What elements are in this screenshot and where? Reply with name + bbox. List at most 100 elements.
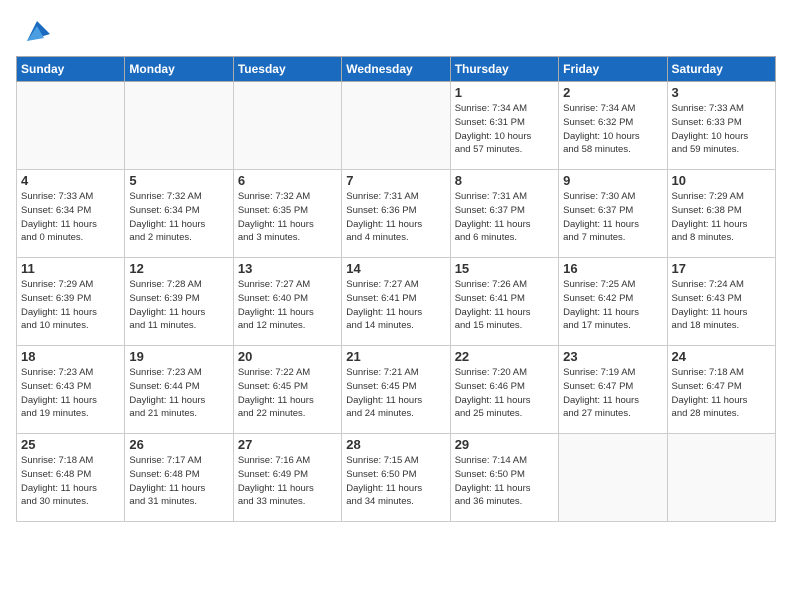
calendar-cell: 24 Sunrise: 7:18 AM Sunset: 6:47 PM Dayli… <box>667 346 775 434</box>
day-number: 12 <box>129 261 228 276</box>
calendar-cell: 5Sunrise: 7:32 AM Sunset: 6:34 PM Daylig… <box>125 170 233 258</box>
day-number: 13 <box>238 261 337 276</box>
calendar-cell: 15Sunrise: 7:26 AM Sunset: 6:41 PM Dayli… <box>450 258 558 346</box>
calendar-cell: 18 Sunrise: 7:23 AM Sunset: 6:43 PM Dayli… <box>17 346 125 434</box>
day-number: 4 <box>21 173 120 188</box>
day-info: Sunrise: 7:33 AM Sunset: 6:33 PM Dayligh… <box>672 102 771 157</box>
day-info: Sunrise: 7:15 AM Sunset: 6:50 PM Dayligh… <box>346 454 445 509</box>
day-info: Sunrise: 7:14 AM Sunset: 6:50 PM Dayligh… <box>455 454 554 509</box>
day-number: 14 <box>346 261 445 276</box>
calendar-cell: 21 Sunrise: 7:21 AM Sunset: 6:45 PM Dayli… <box>342 346 450 434</box>
day-info: Sunrise: 7:20 AM Sunset: 6:46 PM Dayligh… <box>455 366 554 421</box>
day-number: 18 <box>21 349 120 364</box>
calendar-week-2: 11Sunrise: 7:29 AM Sunset: 6:39 PM Dayli… <box>17 258 776 346</box>
calendar-cell: 22 Sunrise: 7:20 AM Sunset: 6:46 PM Dayli… <box>450 346 558 434</box>
day-number: 8 <box>455 173 554 188</box>
day-number: 6 <box>238 173 337 188</box>
day-number: 1 <box>455 85 554 100</box>
calendar-header-saturday: Saturday <box>667 57 775 82</box>
calendar-cell <box>667 434 775 522</box>
calendar-header-thursday: Thursday <box>450 57 558 82</box>
header <box>16 16 776 46</box>
day-info: Sunrise: 7:18 AM Sunset: 6:47 PM Dayligh… <box>672 366 771 421</box>
day-number: 2 <box>563 85 662 100</box>
day-number: 27 <box>238 437 337 452</box>
day-info: Sunrise: 7:23 AM Sunset: 6:43 PM Dayligh… <box>21 366 120 421</box>
day-info: Sunrise: 7:19 AM Sunset: 6:47 PM Dayligh… <box>563 366 662 421</box>
calendar-header-monday: Monday <box>125 57 233 82</box>
day-info: Sunrise: 7:18 AM Sunset: 6:48 PM Dayligh… <box>21 454 120 509</box>
calendar-week-3: 18 Sunrise: 7:23 AM Sunset: 6:43 PM Dayli… <box>17 346 776 434</box>
calendar-cell: 10 Sunrise: 7:29 AM Sunset: 6:38 PM Dayli… <box>667 170 775 258</box>
calendar-week-0: 1 Sunrise: 7:34 AM Sunset: 6:31 PM Daylig… <box>17 82 776 170</box>
day-number: 7 <box>346 173 445 188</box>
day-number: 19 <box>129 349 228 364</box>
day-number: 22 <box>455 349 554 364</box>
calendar-header-wednesday: Wednesday <box>342 57 450 82</box>
day-number: 26 <box>129 437 228 452</box>
day-number: 21 <box>346 349 445 364</box>
day-info: Sunrise: 7:32 AM Sunset: 6:34 PM Dayligh… <box>129 190 228 245</box>
day-number: 3 <box>672 85 771 100</box>
day-number: 9 <box>563 173 662 188</box>
calendar-cell <box>233 82 341 170</box>
calendar-cell: 3 Sunrise: 7:33 AM Sunset: 6:33 PM Daylig… <box>667 82 775 170</box>
calendar: SundayMondayTuesdayWednesdayThursdayFrid… <box>16 56 776 522</box>
calendar-cell: 4Sunrise: 7:33 AM Sunset: 6:34 PM Daylig… <box>17 170 125 258</box>
calendar-cell: 25 Sunrise: 7:18 AM Sunset: 6:48 PM Dayli… <box>17 434 125 522</box>
day-number: 23 <box>563 349 662 364</box>
day-number: 17 <box>672 261 771 276</box>
calendar-cell: 17Sunrise: 7:24 AM Sunset: 6:43 PM Dayli… <box>667 258 775 346</box>
calendar-cell: 20 Sunrise: 7:22 AM Sunset: 6:45 PM Dayli… <box>233 346 341 434</box>
calendar-week-4: 25 Sunrise: 7:18 AM Sunset: 6:48 PM Dayli… <box>17 434 776 522</box>
day-info: Sunrise: 7:23 AM Sunset: 6:44 PM Dayligh… <box>129 366 228 421</box>
calendar-cell: 8 Sunrise: 7:31 AM Sunset: 6:37 PM Daylig… <box>450 170 558 258</box>
calendar-cell: 2Sunrise: 7:34 AM Sunset: 6:32 PM Daylig… <box>559 82 667 170</box>
day-info: Sunrise: 7:22 AM Sunset: 6:45 PM Dayligh… <box>238 366 337 421</box>
logo <box>16 16 52 46</box>
day-info: Sunrise: 7:29 AM Sunset: 6:39 PM Dayligh… <box>21 278 120 333</box>
day-info: Sunrise: 7:31 AM Sunset: 6:36 PM Dayligh… <box>346 190 445 245</box>
day-info: Sunrise: 7:29 AM Sunset: 6:38 PM Dayligh… <box>672 190 771 245</box>
day-info: Sunrise: 7:27 AM Sunset: 6:40 PM Dayligh… <box>238 278 337 333</box>
calendar-cell: 28 Sunrise: 7:15 AM Sunset: 6:50 PM Dayli… <box>342 434 450 522</box>
day-info: Sunrise: 7:34 AM Sunset: 6:31 PM Dayligh… <box>455 102 554 157</box>
day-info: Sunrise: 7:30 AM Sunset: 6:37 PM Dayligh… <box>563 190 662 245</box>
page: SundayMondayTuesdayWednesdayThursdayFrid… <box>0 0 792 612</box>
calendar-cell: 16Sunrise: 7:25 AM Sunset: 6:42 PM Dayli… <box>559 258 667 346</box>
calendar-header-sunday: Sunday <box>17 57 125 82</box>
day-number: 10 <box>672 173 771 188</box>
calendar-cell: 27 Sunrise: 7:16 AM Sunset: 6:49 PM Dayli… <box>233 434 341 522</box>
calendar-cell <box>17 82 125 170</box>
calendar-cell <box>125 82 233 170</box>
day-info: Sunrise: 7:31 AM Sunset: 6:37 PM Dayligh… <box>455 190 554 245</box>
calendar-cell: 6Sunrise: 7:32 AM Sunset: 6:35 PM Daylig… <box>233 170 341 258</box>
calendar-cell: 9 Sunrise: 7:30 AM Sunset: 6:37 PM Daylig… <box>559 170 667 258</box>
day-number: 25 <box>21 437 120 452</box>
calendar-cell: 1 Sunrise: 7:34 AM Sunset: 6:31 PM Daylig… <box>450 82 558 170</box>
calendar-cell <box>342 82 450 170</box>
calendar-cell: 26 Sunrise: 7:17 AM Sunset: 6:48 PM Dayli… <box>125 434 233 522</box>
day-info: Sunrise: 7:17 AM Sunset: 6:48 PM Dayligh… <box>129 454 228 509</box>
calendar-cell: 7 Sunrise: 7:31 AM Sunset: 6:36 PM Daylig… <box>342 170 450 258</box>
day-info: Sunrise: 7:16 AM Sunset: 6:49 PM Dayligh… <box>238 454 337 509</box>
calendar-cell: 29 Sunrise: 7:14 AM Sunset: 6:50 PM Dayli… <box>450 434 558 522</box>
logo-icon <box>22 16 52 46</box>
calendar-cell: 11Sunrise: 7:29 AM Sunset: 6:39 PM Dayli… <box>17 258 125 346</box>
calendar-header-tuesday: Tuesday <box>233 57 341 82</box>
calendar-cell <box>559 434 667 522</box>
day-number: 20 <box>238 349 337 364</box>
calendar-week-1: 4Sunrise: 7:33 AM Sunset: 6:34 PM Daylig… <box>17 170 776 258</box>
calendar-header-friday: Friday <box>559 57 667 82</box>
calendar-cell: 23 Sunrise: 7:19 AM Sunset: 6:47 PM Dayli… <box>559 346 667 434</box>
calendar-header-row: SundayMondayTuesdayWednesdayThursdayFrid… <box>17 57 776 82</box>
day-number: 28 <box>346 437 445 452</box>
day-info: Sunrise: 7:27 AM Sunset: 6:41 PM Dayligh… <box>346 278 445 333</box>
day-info: Sunrise: 7:28 AM Sunset: 6:39 PM Dayligh… <box>129 278 228 333</box>
calendar-cell: 19 Sunrise: 7:23 AM Sunset: 6:44 PM Dayli… <box>125 346 233 434</box>
calendar-cell: 12 Sunrise: 7:28 AM Sunset: 6:39 PM Dayli… <box>125 258 233 346</box>
day-number: 29 <box>455 437 554 452</box>
day-number: 24 <box>672 349 771 364</box>
day-info: Sunrise: 7:21 AM Sunset: 6:45 PM Dayligh… <box>346 366 445 421</box>
calendar-cell: 14 Sunrise: 7:27 AM Sunset: 6:41 PM Dayli… <box>342 258 450 346</box>
